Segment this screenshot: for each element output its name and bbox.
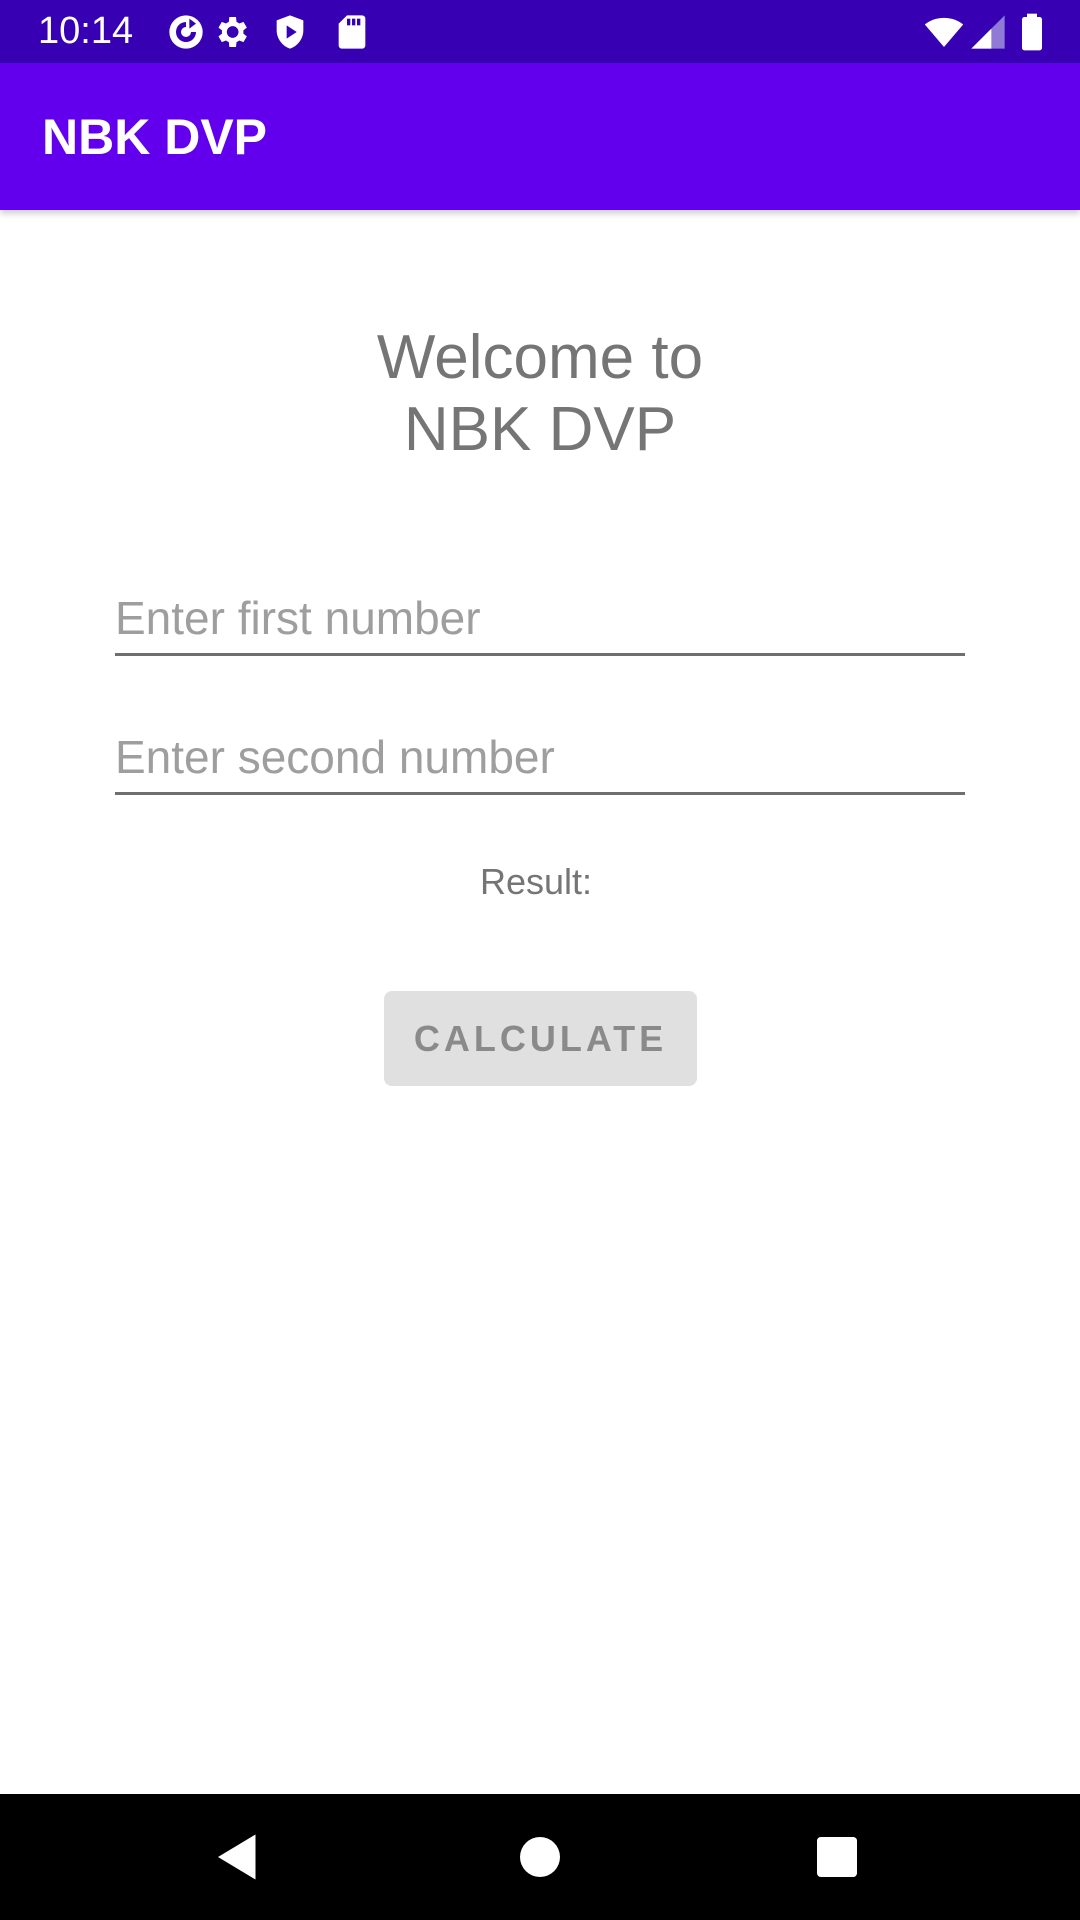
status-time: 10:14: [38, 10, 134, 52]
nav-bar: [0, 1794, 1080, 1920]
status-bar: 10:14: [0, 0, 1080, 63]
wifi-icon: [922, 12, 966, 52]
result-label: Result:: [479, 861, 593, 902]
welcome-line-2: NBK DVP: [403, 395, 677, 464]
second-number-input[interactable]: [115, 722, 965, 795]
calculate-button[interactable]: CALCULATE: [384, 991, 697, 1086]
welcome-heading: Welcome to NBK DVP: [0, 322, 1080, 466]
sd-card-icon: [332, 12, 372, 52]
home-icon[interactable]: [510, 1827, 570, 1887]
welcome-line-1: Welcome to: [376, 323, 704, 392]
shield-play-icon: [270, 12, 310, 52]
first-number-input[interactable]: [115, 583, 965, 656]
gear-icon: [211, 12, 251, 52]
app-bar: NBK DVP: [0, 63, 1080, 210]
app-title: NBK DVP: [42, 109, 268, 165]
battery-icon: [1012, 12, 1052, 52]
back-icon[interactable]: [208, 1827, 268, 1887]
sync-icon: [166, 12, 206, 52]
screen: 10:14 NBK DVP Welcome to NBK DVP Enter f…: [0, 0, 1080, 1920]
recents-icon[interactable]: [807, 1827, 867, 1887]
signal-icon: [968, 12, 1008, 52]
